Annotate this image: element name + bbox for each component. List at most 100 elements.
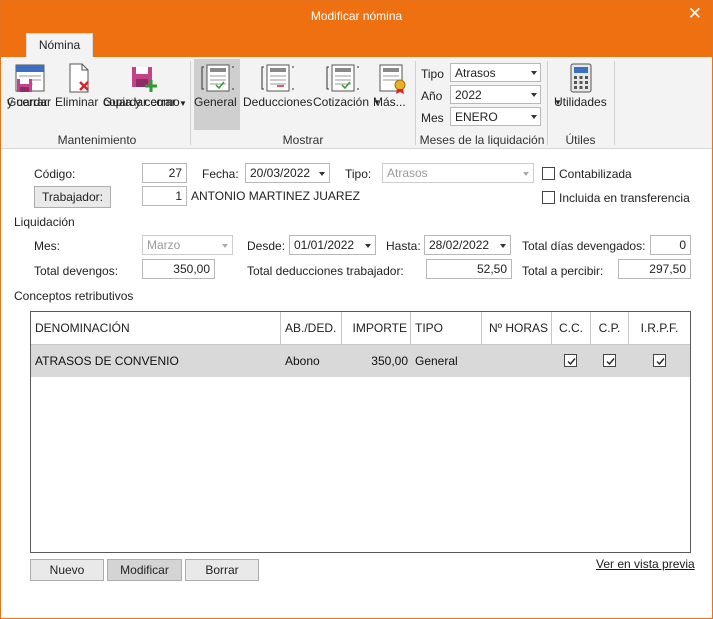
check-icon [567, 358, 576, 366]
trabajador-button[interactable]: Trabajador: [34, 186, 111, 208]
hasta-value: 28/02/2022 [429, 238, 490, 252]
ribbon-separator [614, 61, 615, 145]
vista-previa-link[interactable]: Ver en vista previa [596, 557, 695, 571]
utilities-button[interactable]: Utilidades ▼ [554, 61, 608, 109]
mes-value: ENERO [455, 110, 498, 124]
hasta-field[interactable]: 28/02/2022 [424, 235, 511, 255]
dias-label: Total días devengados: [522, 239, 646, 253]
desde-field[interactable]: 01/01/2022 [289, 235, 376, 255]
chevron-down-icon [319, 172, 325, 176]
save-copy-icon [132, 67, 157, 92]
codigo-label: Código: [34, 167, 76, 181]
col-tipo[interactable]: TIPO [411, 312, 482, 345]
tab-nomina[interactable]: Nómina [26, 33, 93, 57]
group-label-utiles: Útiles [565, 133, 596, 147]
anio-select[interactable]: 2022 [450, 85, 541, 104]
trabajador-name: ANTONIO MARTINEZ JUAREZ [191, 189, 360, 203]
general-button[interactable]: General [194, 59, 240, 130]
group-label-mantenimiento: Mantenimiento [57, 133, 137, 147]
save-copy-label-2-text: copia y cerrar [103, 95, 176, 109]
chevron-down-icon [365, 244, 371, 248]
trabajador-id-field[interactable]: 1 [142, 186, 187, 206]
calculator-icon [570, 63, 592, 93]
chevron-down-icon: ▼ [554, 98, 562, 107]
desde-label: Desde: [247, 239, 286, 253]
ribbon-tabstrip: Nómina [1, 32, 712, 57]
chevron-down-icon: ▼ [373, 98, 381, 107]
col-horas[interactable]: Nº HORAS [482, 312, 552, 345]
deductions-view-icon [261, 64, 294, 92]
conceptos-grid[interactable]: DENOMINACIÓN AB./DED. IMPORTE TIPO Nº HO… [30, 311, 691, 553]
hasta-label: Hasta: [386, 239, 421, 253]
incluida-checkbox[interactable] [542, 191, 555, 204]
deducciones-field[interactable]: 52,50 [426, 259, 512, 279]
cell-cc-checkbox[interactable] [564, 354, 577, 367]
col-cc[interactable]: C.C. [552, 312, 591, 345]
delete-document-icon [69, 63, 89, 93]
mes-select[interactable]: ENERO [450, 107, 541, 126]
chevron-down-icon [500, 244, 506, 248]
delete-button[interactable]: Eliminar [55, 61, 101, 109]
fecha-value: 20/03/2022 [250, 166, 311, 180]
tipo-select[interactable]: Atrasos [450, 63, 541, 82]
liquidacion-section-title: Liquidación [14, 215, 75, 229]
contribution-button[interactable]: Cotización [313, 61, 371, 109]
codigo-field[interactable]: 27 [142, 163, 187, 183]
chevron-down-icon [531, 115, 537, 119]
window-title: Modificar nómina [310, 9, 403, 23]
contabilizada-checkbox[interactable] [542, 167, 555, 180]
contribution-label: Cotización [313, 95, 370, 109]
table-row[interactable]: ATRASOS DE CONVENIO Abono 350,00 General [31, 345, 690, 377]
fecha-field[interactable]: 20/03/2022 [245, 163, 330, 183]
devengos-field[interactable]: 350,00 [142, 259, 215, 279]
incluida-label: Incluida en transferencia [559, 191, 690, 205]
deductions-label: Deducciones [243, 95, 313, 109]
more-views-icon [379, 64, 406, 94]
dias-field[interactable]: 0 [650, 235, 691, 255]
save-copy-and-close-button[interactable]: Guardar como copia y cerrar ▼ [103, 61, 187, 109]
tipo-form-label: Tipo: [345, 167, 372, 181]
col-denominacion[interactable]: DENOMINACIÓN [31, 312, 281, 345]
contabilizada-label: Contabilizada [559, 167, 632, 181]
close-icon[interactable]: ✕ [688, 5, 702, 22]
percibir-field[interactable]: 297,50 [618, 259, 691, 279]
liq-mes-value: Marzo [147, 238, 181, 252]
group-label-mostrar: Mostrar [282, 133, 324, 147]
chevron-down-icon: ▼ [179, 99, 187, 108]
cell-cp-checkbox[interactable] [603, 354, 616, 367]
cell-denominacion: ATRASOS DE CONVENIO [35, 354, 179, 368]
deducciones-label: Total deducciones trabajador: [247, 264, 404, 278]
modificar-button[interactable]: Modificar [107, 559, 182, 581]
conceptos-section-title: Conceptos retributivos [14, 289, 134, 303]
general-view-icon [201, 64, 234, 92]
ribbon: Guardar y cerrar Eliminar Guardar como c… [1, 57, 712, 149]
cell-irpf-checkbox[interactable] [653, 354, 666, 367]
tipo-label: Tipo [421, 67, 444, 81]
ribbon-separator [547, 61, 548, 145]
save-and-close-label-2: y cerrar [7, 95, 48, 109]
col-ab-ded[interactable]: AB./DED. [281, 312, 342, 345]
grid-header: DENOMINACIÓN AB./DED. IMPORTE TIPO Nº HO… [31, 312, 690, 345]
nuevo-button[interactable]: Nuevo [30, 559, 104, 581]
title-bar: Modificar nómina ✕ [1, 1, 712, 32]
col-cp[interactable]: C.P. [591, 312, 629, 345]
more-button[interactable]: Más... ▼ [373, 61, 411, 109]
save-and-close-button[interactable]: Guardar y cerrar [7, 61, 53, 109]
cell-horas [482, 345, 549, 377]
contribution-view-icon [326, 64, 359, 92]
tipo-form-value: Atrasos [387, 166, 428, 180]
deductions-button[interactable]: Deducciones [243, 61, 312, 109]
check-icon [656, 358, 665, 366]
anio-value: 2022 [455, 88, 482, 102]
devengos-label: Total devengos: [34, 264, 119, 278]
ribbon-separator [415, 61, 416, 145]
col-irpf[interactable]: I.R.P.F. [629, 312, 690, 345]
cell-importe: 350,00 [371, 354, 408, 368]
borrar-button[interactable]: Borrar [185, 559, 259, 581]
chevron-down-icon [222, 244, 228, 248]
general-label: General [194, 95, 237, 109]
fecha-label: Fecha: [202, 167, 239, 181]
liq-mes-label: Mes: [34, 239, 61, 253]
chevron-down-icon [531, 93, 537, 97]
col-importe[interactable]: IMPORTE [342, 312, 411, 345]
